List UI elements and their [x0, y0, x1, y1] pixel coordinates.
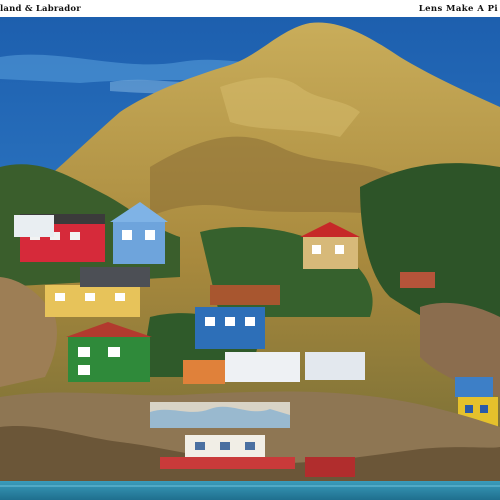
house-white-left	[14, 215, 54, 237]
water-shimmer	[0, 485, 500, 487]
house-blue-right	[455, 377, 493, 397]
house-dark-gray	[80, 267, 150, 287]
house-blue-center	[195, 307, 265, 349]
photo-illustration	[0, 17, 500, 500]
house-white-center	[225, 352, 365, 382]
harbour-village-photo	[0, 17, 500, 500]
header-caption-right: Lens Make A Pi	[418, 4, 498, 14]
house-yellow	[45, 285, 140, 317]
header-strip: land & Labrador Lens Make A Pi	[0, 0, 500, 17]
header-caption-left: land & Labrador	[0, 4, 81, 14]
house-brick-right	[400, 272, 435, 288]
house-orange	[183, 360, 225, 384]
harbour-water	[0, 481, 500, 500]
house-brown	[210, 285, 280, 305]
red-shed	[305, 457, 355, 477]
